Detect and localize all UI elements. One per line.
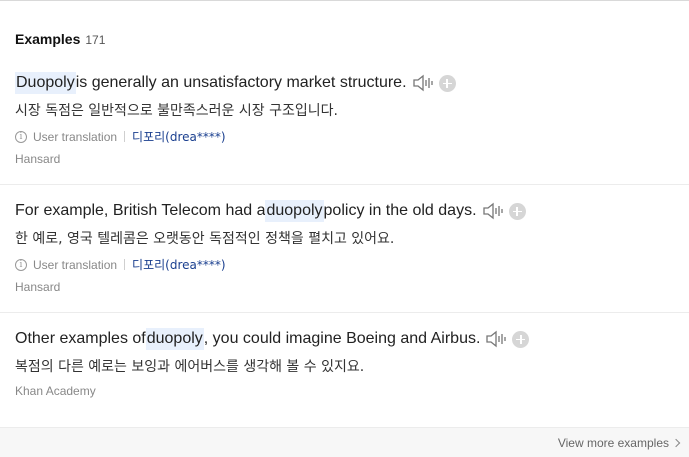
footer-bar: View more examples [0, 427, 689, 457]
divider [124, 131, 126, 142]
view-more-button[interactable]: View more examples [557, 436, 681, 450]
user-translation-label: User translation [33, 129, 118, 144]
user-translation-label: User translation [33, 257, 118, 272]
translation-meta: i User translation 디포리(drea****) [15, 256, 226, 273]
example-translation: 시장 독점은 일반적으로 불만족스러운 시장 구조입니다. [15, 103, 338, 119]
highlighted-word: duopoly [145, 328, 204, 350]
chevron-right-icon [671, 438, 681, 448]
example-source: Hansard [15, 280, 61, 294]
top-border [0, 0, 689, 2]
sentence-text: For example, British Telecom had a [15, 202, 266, 219]
speaker-icon[interactable] [482, 201, 504, 221]
example-translation: 한 예로, 영국 텔레콤은 오랫동안 독점적인 정책을 펼치고 있어요. [15, 231, 395, 247]
example-source: Hansard [15, 152, 61, 166]
example-sentence: For example, British Telecom had a duopo… [15, 200, 526, 222]
user-link[interactable]: 디포리(drea****) [132, 256, 226, 273]
example-translation: 복점의 다른 예로는 보잉과 에어버스를 생각해 볼 수 있지요. [15, 359, 365, 375]
translation-meta: i User translation 디포리(drea****) [15, 128, 226, 145]
divider [0, 312, 689, 313]
plus-icon[interactable] [438, 74, 456, 92]
sentence-text: , you could imagine Boeing and Airbus. [203, 330, 481, 347]
sentence-text: Other examples of [15, 330, 146, 347]
example-source: Khan Academy [15, 384, 96, 398]
plus-icon[interactable] [512, 330, 530, 348]
info-icon[interactable]: i [15, 258, 27, 271]
examples-count: 171 [85, 33, 106, 47]
divider [0, 184, 689, 185]
examples-header: Examples 171 [15, 31, 105, 47]
speaker-icon[interactable] [412, 73, 434, 93]
info-icon[interactable]: i [15, 130, 27, 143]
sentence-text: is generally an unsatisfactory market st… [75, 74, 407, 91]
examples-title: Examples [15, 31, 81, 47]
plus-icon[interactable] [508, 202, 526, 220]
view-more-label: View more examples [557, 436, 669, 450]
user-link[interactable]: 디포리(drea****) [132, 128, 226, 145]
example-sentence: Other examples of duopoly, you could ima… [15, 328, 530, 350]
example-sentence: Duopoly is generally an unsatisfactory m… [15, 72, 456, 94]
highlighted-word: Duopoly [15, 72, 76, 94]
speaker-icon[interactable] [485, 329, 507, 349]
highlighted-word: duopoly [265, 200, 324, 222]
divider [124, 259, 126, 270]
sentence-text: policy in the old days. [323, 202, 477, 219]
